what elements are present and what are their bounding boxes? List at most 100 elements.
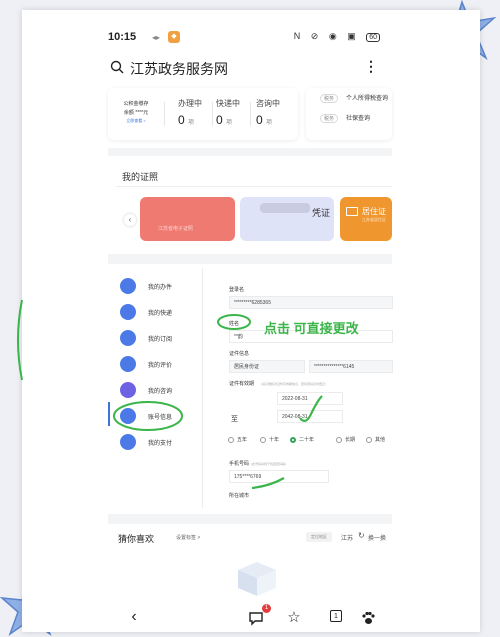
menu-item-label: 我的快递 bbox=[148, 311, 173, 317]
login-name-field: *********6285365 bbox=[229, 296, 393, 309]
quick-query-tax[interactable]: 税务 个人所得税查询 bbox=[320, 93, 388, 103]
document-icon bbox=[120, 278, 136, 294]
tab-count-icon[interactable]: 1 bbox=[330, 610, 342, 622]
radio-icon bbox=[366, 436, 372, 443]
certificate-title: 居住证 bbox=[362, 207, 386, 216]
city-label: 所在城市 bbox=[229, 493, 250, 499]
validity-label: 证件有效期 bbox=[229, 381, 255, 387]
validity-note: (请仔细核对证件有效期信息，若有误请及时更正) bbox=[261, 382, 326, 386]
menu-item-label: 我的订阅 bbox=[148, 337, 173, 343]
section-gap bbox=[108, 254, 392, 264]
subscription-icon bbox=[120, 330, 136, 346]
app-notification-icon: ◆ bbox=[168, 31, 180, 43]
menu-item-label: 账号信息 bbox=[148, 415, 173, 421]
validity-start-field[interactable]: 2022-08-31 bbox=[277, 392, 343, 405]
divider bbox=[164, 102, 165, 126]
refresh-icon[interactable]: ↻ bbox=[358, 531, 365, 540]
star-icon[interactable]: ☆ bbox=[284, 608, 304, 626]
radio-icon bbox=[228, 436, 234, 443]
certificate-subtitle: 江苏省电子证照 bbox=[158, 226, 194, 232]
bottom-navigation: ‹ ☆ 1 bbox=[108, 606, 388, 630]
annotation-text: 点击 可直接更改 bbox=[264, 321, 359, 336]
provident-fund-label: 公积金缴存 bbox=[123, 101, 149, 107]
radio-icon bbox=[336, 436, 342, 443]
stat-label: 咨询中 bbox=[256, 99, 280, 108]
carousel-prev-button[interactable]: ‹ bbox=[124, 214, 136, 226]
provident-fund-balance: 余额 ****元 bbox=[123, 110, 149, 116]
provident-fund-block[interactable]: 公积金缴存 余额 ****元 立即查看 > bbox=[116, 100, 156, 124]
section-gap bbox=[108, 148, 392, 156]
stat-value: 0 bbox=[178, 113, 185, 127]
paw-icon[interactable] bbox=[360, 610, 376, 626]
divider bbox=[212, 102, 213, 126]
validity-option-20y[interactable]: 二十年 bbox=[290, 436, 314, 443]
message-icon[interactable] bbox=[248, 610, 264, 626]
name-label: 姓名 bbox=[229, 321, 240, 327]
quick-query-label: 社保查询 bbox=[346, 116, 371, 122]
validity-option-10y[interactable]: 十年 bbox=[260, 436, 279, 443]
validity-end-field[interactable]: 2042-08-31 bbox=[277, 410, 343, 423]
validity-option-5y[interactable]: 五年 bbox=[228, 436, 247, 443]
login-name-label: 登录名 bbox=[229, 287, 245, 293]
radio-icon bbox=[260, 436, 266, 443]
menu-item-label: 我的办件 bbox=[148, 285, 173, 291]
back-icon[interactable]: ‹ bbox=[124, 608, 144, 626]
recommend-city: 江苏 bbox=[341, 536, 354, 542]
stat-in-progress[interactable]: 办理中 0 项 bbox=[178, 98, 210, 127]
user-icon bbox=[120, 408, 136, 424]
quick-query-label: 个人所得税查询 bbox=[346, 96, 389, 102]
message-badge: 1 bbox=[262, 604, 271, 613]
consultation-icon bbox=[120, 382, 136, 398]
page-title: 江苏政务服务网 bbox=[130, 61, 228, 77]
certificate-card[interactable]: 江苏省电子证照 bbox=[140, 197, 235, 241]
comment-icon bbox=[120, 356, 136, 372]
phone-note: (此号码将用于找回密码等) bbox=[251, 462, 286, 466]
stat-label: 快递中 bbox=[216, 99, 240, 108]
status-time: 10:15 bbox=[108, 31, 137, 43]
quick-query-social[interactable]: 税务 社保查询 bbox=[320, 113, 370, 123]
stat-unit: 项 bbox=[226, 120, 233, 126]
battery-icon: 60 bbox=[366, 33, 380, 42]
divider bbox=[250, 102, 251, 126]
phone-field[interactable]: 175****6769 bbox=[229, 470, 329, 483]
id-card-icon bbox=[346, 207, 358, 216]
change-batch-button[interactable]: 换一换 bbox=[368, 533, 386, 542]
recommend-settings-link[interactable]: 设置标签 > bbox=[176, 534, 200, 541]
app-header: 江苏政务服务网 ⋮ bbox=[108, 58, 380, 78]
notification-icon: ◂▸ bbox=[152, 33, 161, 42]
account-info-form: 登录名 *********6285365 姓名 **韵 证件信息 居民身份证 *… bbox=[202, 268, 393, 508]
region-selector[interactable]: 定位地区 bbox=[306, 532, 332, 542]
stat-in-delivery[interactable]: 快递中 0 项 bbox=[216, 98, 248, 127]
delivery-icon bbox=[120, 304, 136, 320]
validity-option-label: 其他 bbox=[375, 437, 386, 443]
stat-unit: 项 bbox=[266, 120, 273, 126]
account-summary-card: 公积金缴存 余额 ****元 立即查看 > 办理中 0 项 快递中 0 项 咨询… bbox=[108, 88, 298, 140]
stat-in-consultation[interactable]: 咨询中 0 项 bbox=[256, 98, 288, 127]
stat-value: 0 bbox=[216, 113, 223, 127]
recommend-title: 猜你喜欢 bbox=[118, 534, 155, 544]
id-type-field: 居民身份证 bbox=[229, 360, 305, 373]
menu-item-label: 我的支付 bbox=[148, 441, 173, 447]
more-options-icon[interactable]: ⋮ bbox=[364, 58, 378, 75]
search-icon[interactable] bbox=[110, 60, 124, 74]
stat-value: 0 bbox=[256, 113, 263, 127]
system-icons: N ⊘ ◉ ▣ 60 bbox=[294, 31, 380, 42]
certificate-card-residence[interactable]: 居住证 江苏省居住证 bbox=[340, 197, 392, 241]
id-info-label: 证件信息 bbox=[229, 351, 250, 357]
menu-item-label: 我的咨询 bbox=[148, 389, 173, 395]
status-bar: 10:15 ◂▸ ◆ N ⊘ ◉ ▣ 60 bbox=[108, 29, 380, 47]
blurred-text bbox=[260, 203, 310, 213]
validity-option-label: 十年 bbox=[269, 437, 280, 443]
radio-selected-icon bbox=[290, 436, 296, 443]
validity-option-label: 二十年 bbox=[299, 437, 315, 443]
quick-query-tag: 税务 bbox=[320, 94, 339, 103]
validity-option-other[interactable]: 其他 bbox=[366, 436, 385, 443]
view-now-link[interactable]: 立即查看 > bbox=[116, 118, 156, 124]
user-center-menu: 我的办件 我的快递 我的订阅 我的评价 我的咨询 账号信息 我的支付 bbox=[108, 268, 196, 466]
validity-option-permanent[interactable]: 长期 bbox=[336, 436, 355, 443]
divider bbox=[116, 186, 392, 187]
stat-label: 办理中 bbox=[178, 99, 202, 108]
validity-option-label: 长期 bbox=[345, 437, 356, 443]
date-range-separator: 至 bbox=[231, 416, 238, 423]
id-number-field: ***************6145 bbox=[309, 360, 393, 373]
